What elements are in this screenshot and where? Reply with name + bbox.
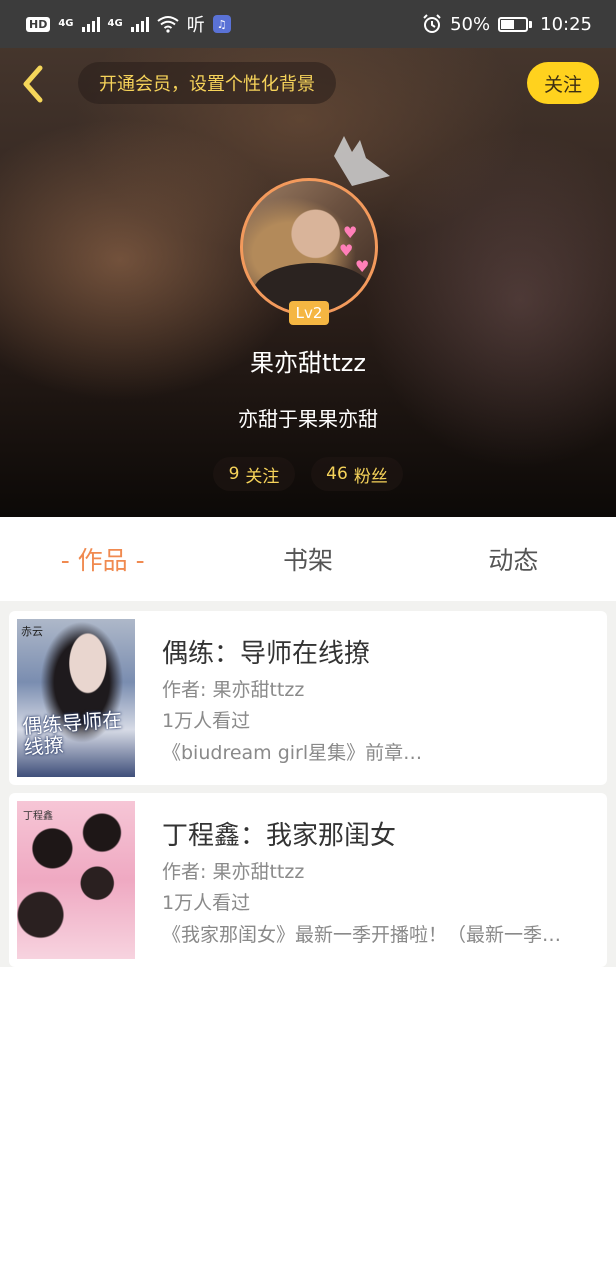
- username: 果亦甜ttzz: [249, 349, 366, 377]
- cover-publisher-mark: 丁程鑫: [23, 811, 53, 822]
- user-bio: 亦甜于果果亦甜: [238, 407, 378, 431]
- book-cover: 赤云 偶练导师在线撩: [17, 619, 135, 777]
- heart-sticker-icon: ♥: [343, 223, 358, 242]
- music-app-icon: ♫: [212, 15, 231, 33]
- tab-activity[interactable]: 动态: [411, 541, 616, 577]
- signal-icon: [81, 16, 100, 32]
- level-badge: Lv2: [289, 301, 329, 325]
- battery-percent: 50%: [450, 13, 491, 35]
- avatar[interactable]: ♥ ♥ ♥: [240, 178, 378, 316]
- cover-publisher-mark: 赤云: [21, 625, 43, 638]
- signal-icon-2: [130, 16, 149, 32]
- hd-badge: HD: [26, 16, 51, 32]
- book-description: 《biudream girl星集》前章…: [162, 742, 423, 764]
- book-author: 作者: 果亦甜ttzz: [162, 861, 305, 883]
- fans-count-button[interactable]: 46 粉丝: [311, 457, 403, 491]
- network-type-2: 4G: [107, 18, 123, 29]
- status-left: HD 4G 4G 听 ♫: [26, 11, 231, 37]
- follow-button[interactable]: 关注: [527, 62, 599, 104]
- battery-icon: [498, 16, 533, 32]
- back-button[interactable]: [14, 62, 50, 106]
- book-description: 《我家那闺女》最新一季开播啦！（最新一季…: [162, 924, 562, 946]
- chevron-left-icon: [23, 65, 43, 103]
- clock-time: 10:25: [540, 13, 592, 35]
- tab-works[interactable]: - 作品 -: [0, 541, 205, 577]
- book-title: 偶练：导师在线撩: [162, 639, 371, 669]
- book-title: 丁程鑫：我家那闺女: [162, 821, 397, 851]
- following-count-button[interactable]: 9 关注: [213, 457, 295, 491]
- book-card[interactable]: 赤云 偶练导师在线撩 偶练：导师在线撩 作者: 果亦甜ttzz 1万人看过 《b…: [9, 611, 607, 785]
- heart-sticker-icon: ♥: [339, 241, 354, 260]
- book-views: 1万人看过: [162, 710, 251, 732]
- vip-background-prompt[interactable]: 开通会员，设置个性化背景: [78, 62, 336, 104]
- heart-sticker-icon: ♥: [355, 257, 370, 276]
- alarm-icon: [423, 14, 441, 33]
- status-bar: HD 4G 4G 听 ♫ 50% 10:25: [0, 0, 616, 48]
- wifi-icon: [157, 16, 179, 33]
- cover-title-art: 偶练导师在线撩: [21, 707, 123, 760]
- ting-app-icon: 听: [186, 15, 205, 36]
- profile-header: HD 4G 4G 听 ♫ 50% 10:25 开通会员，设置个性化背景 关注 ♥…: [0, 0, 616, 517]
- book-views: 1万人看过: [162, 892, 251, 914]
- fans-label: 粉丝: [353, 466, 388, 487]
- book-author: 作者: 果亦甜ttzz: [162, 679, 305, 701]
- network-type-1: 4G: [58, 18, 74, 29]
- tab-bookshelf[interactable]: 书架: [205, 541, 410, 577]
- following-count: 9: [228, 464, 240, 484]
- profile-tabs: - 作品 - 书架 动态: [0, 517, 616, 601]
- book-card[interactable]: 丁程鑫 丁程鑫：我家那闺女 作者: 果亦甜ttzz 1万人看过 《我家那闺女》最…: [9, 793, 607, 967]
- following-label: 关注: [245, 466, 280, 487]
- status-right: 50% 10:25: [422, 14, 592, 35]
- book-cover: 丁程鑫: [17, 801, 135, 959]
- fans-count: 46: [326, 464, 348, 484]
